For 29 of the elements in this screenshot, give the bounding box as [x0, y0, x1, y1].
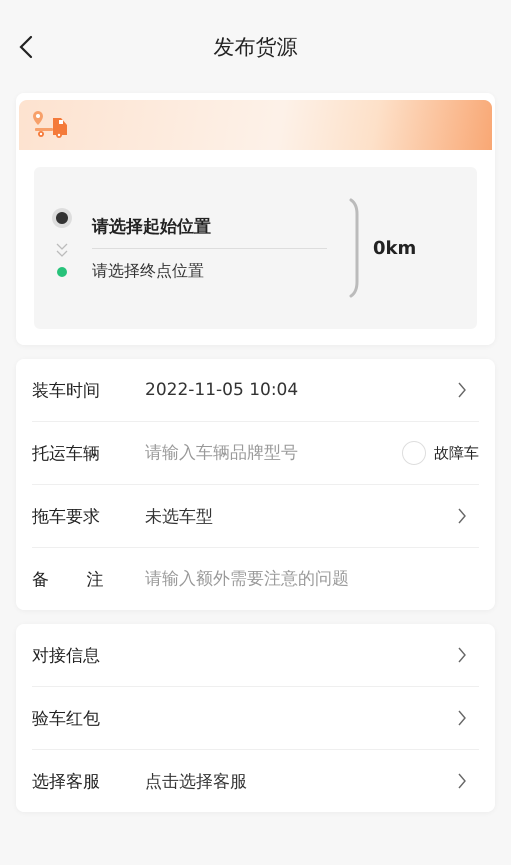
truck-icon: [31, 110, 69, 140]
select-value[interactable]: 点击选择客服: [145, 770, 457, 792]
chevron-right-icon[interactable]: [457, 646, 467, 664]
chevron-right-icon[interactable]: [457, 772, 467, 790]
chevron-down-icon: [55, 241, 69, 259]
distance: 0km: [373, 238, 416, 258]
select-value[interactable]: 未选车型: [145, 504, 457, 528]
start-location[interactable]: 请选择起始位置: [92, 214, 327, 248]
end-dot-icon: [57, 267, 67, 277]
input-field[interactable]: 请输入额外需要注意的问题: [145, 569, 479, 589]
end-location[interactable]: 请选择终点位置: [92, 248, 327, 282]
checkbox-label[interactable]: 故障车: [434, 444, 479, 462]
chevron-right-icon[interactable]: [457, 709, 467, 727]
start-dot-icon: [51, 207, 73, 229]
page-title: 发布货源: [214, 34, 298, 60]
field-label: 选择客服: [32, 770, 101, 792]
field-label: 对接信息: [32, 644, 101, 666]
bracket-icon: [349, 198, 359, 298]
chevron-right-icon[interactable]: [457, 507, 467, 525]
select-value[interactable]: 2022-11-05 10:04: [145, 380, 457, 400]
field-label: 托运车辆: [32, 442, 101, 464]
checkbox[interactable]: [402, 441, 426, 465]
field-label: 拖车要求: [32, 506, 101, 528]
input-field[interactable]: 请输入车辆品牌型号: [145, 443, 402, 463]
field-label: 备 注: [32, 568, 104, 590]
back-icon[interactable]: [19, 35, 33, 59]
field-label: 验车红包: [32, 708, 101, 730]
chevron-right-icon[interactable]: [457, 381, 467, 399]
field-label: 装车时间: [32, 380, 101, 402]
